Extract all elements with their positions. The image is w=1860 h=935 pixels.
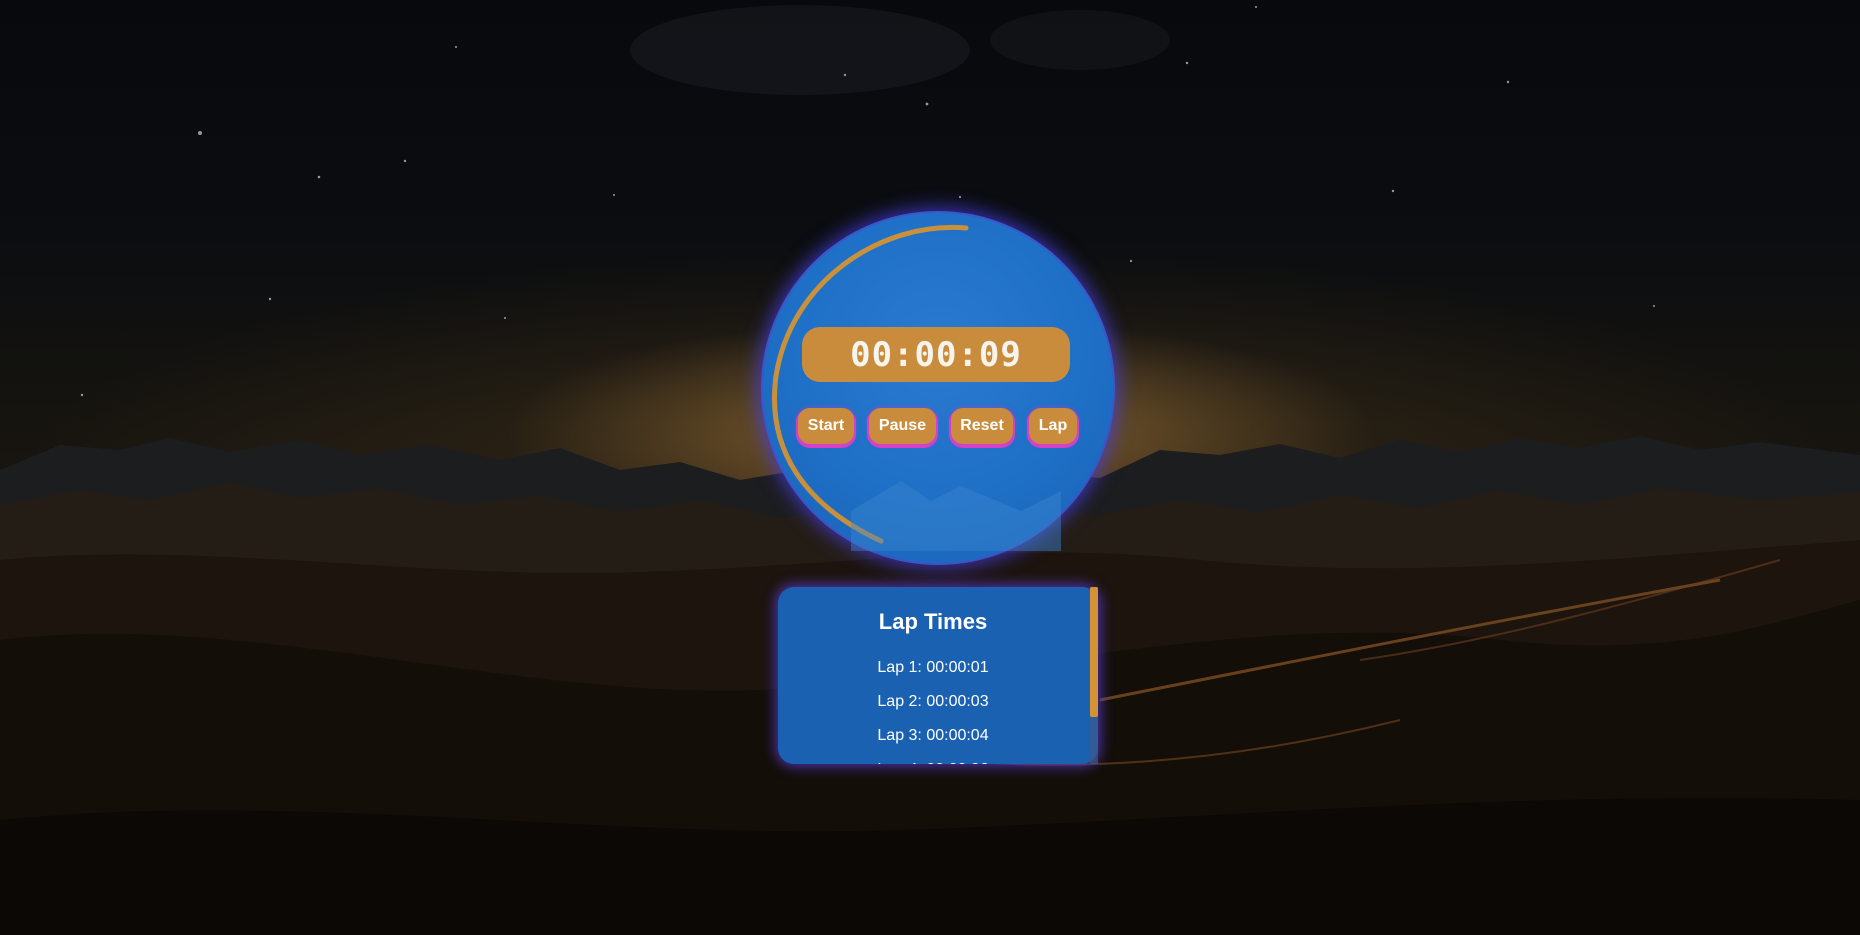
lap-item: Lap 4: 00:00:06 [778, 753, 1088, 764]
lap-list: Lap 1: 00:00:01 Lap 2: 00:00:03 Lap 3: 0… [778, 651, 1088, 764]
lap-item: Lap 3: 00:00:04 [877, 727, 989, 744]
lap-times-title: Lap Times [878, 609, 988, 634]
lap-list-scrollbar[interactable] [1090, 587, 1098, 764]
stopwatch-face [761, 211, 1115, 565]
reset-button[interactable]: Reset [951, 408, 1013, 444]
orbit-arc-icon [772, 224, 1061, 551]
scrollbar-thumb[interactable] [1090, 587, 1098, 717]
pause-button[interactable]: Pause [869, 408, 936, 444]
lap-item: Lap 2: 00:00:03 [877, 693, 989, 710]
lap-item: Lap 1: 00:00:01 [877, 659, 989, 676]
lap-times-panel[interactable]: Lap Times Lap 1: 00:00:01 Lap 2: 00:00:0… [778, 587, 1098, 764]
start-button[interactable]: Start [798, 408, 854, 444]
time-display: 00:00:09 [802, 327, 1070, 382]
lap-button[interactable]: Lap [1029, 408, 1077, 444]
